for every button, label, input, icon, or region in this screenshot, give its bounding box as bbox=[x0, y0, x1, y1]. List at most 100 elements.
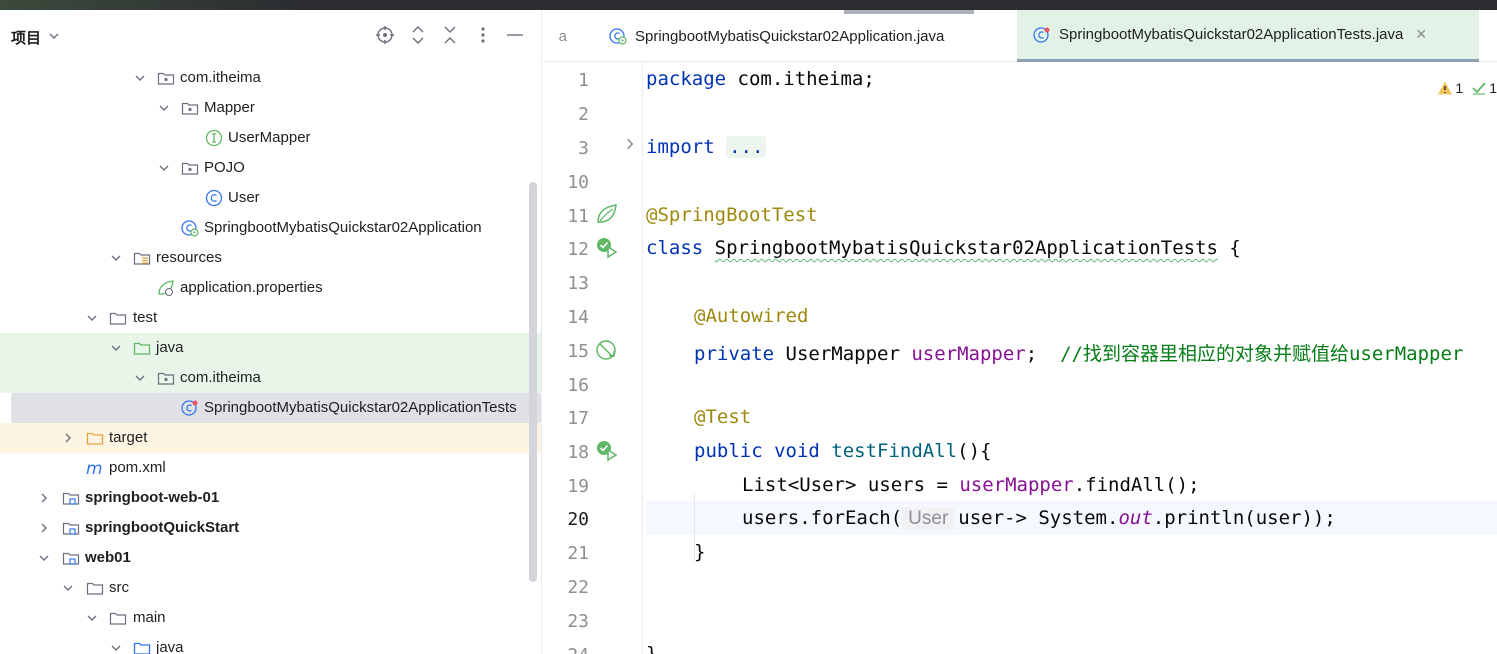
chevron-down-icon[interactable] bbox=[86, 612, 98, 624]
comment: 找到容器里相应的对象并赋值给userMapper bbox=[1082, 343, 1464, 365]
tree-row-application-properties[interactable]: application.properties bbox=[0, 273, 541, 303]
code-text: .println(user)); bbox=[1152, 507, 1336, 529]
chevron-down-icon[interactable] bbox=[110, 252, 122, 264]
line-number: 12 bbox=[567, 239, 589, 260]
chevron-down-icon[interactable] bbox=[38, 552, 50, 564]
class-icon bbox=[205, 189, 223, 207]
tree-label: main bbox=[133, 609, 166, 626]
tree-row-target[interactable]: target bbox=[0, 423, 541, 453]
folded-imports[interactable]: ... bbox=[726, 136, 767, 158]
line-number: 2 bbox=[578, 104, 589, 125]
module-icon bbox=[62, 492, 80, 505]
code-text: } bbox=[646, 643, 658, 654]
tree-row-resources[interactable]: resources bbox=[0, 243, 541, 273]
chevron-right-icon[interactable] bbox=[38, 522, 50, 534]
tree-row-src[interactable]: src bbox=[0, 573, 541, 603]
tree-row-pojo[interactable]: POJO bbox=[0, 153, 541, 183]
code-text: ; bbox=[1025, 343, 1061, 365]
code-area[interactable]: package com.itheima; import ... @SpringB… bbox=[646, 62, 1497, 654]
chevron-down-icon[interactable] bbox=[158, 102, 170, 114]
code-line-11: @SpringBootTest bbox=[646, 204, 818, 230]
chevron-down-icon[interactable] bbox=[62, 582, 74, 594]
annotation: @SpringBootTest bbox=[646, 204, 818, 226]
project-panel-title[interactable]: 项目 bbox=[11, 27, 41, 48]
line-number: 24 bbox=[543, 645, 589, 654]
fold-expand-icon[interactable] bbox=[623, 137, 637, 151]
code-line-17: @Test bbox=[694, 406, 751, 432]
tree-row-main-java[interactable]: java bbox=[0, 633, 541, 654]
tree-row-user[interactable]: User bbox=[0, 183, 541, 213]
tree-row-application-tests[interactable]: SpringbootMybatisQuickstar02ApplicationT… bbox=[11, 393, 541, 423]
keyword: class bbox=[646, 237, 704, 259]
tree-row-mapper[interactable]: Mapper bbox=[0, 93, 541, 123]
svg-text:m: m bbox=[86, 459, 103, 477]
run-test-icon[interactable] bbox=[595, 236, 619, 260]
editor-tab-bar: a SpringbootMybatisQuickstar02Applicatio… bbox=[543, 10, 1497, 62]
spring-bean-icon[interactable] bbox=[595, 202, 619, 226]
line-number: 21 bbox=[567, 543, 589, 564]
autowired-bean-icon[interactable] bbox=[595, 338, 619, 362]
close-tab-icon[interactable]: ✕ bbox=[1415, 26, 1427, 43]
folder-icon bbox=[109, 612, 127, 625]
expand-all-icon[interactable] bbox=[407, 24, 429, 46]
line-number: 14 bbox=[567, 307, 589, 328]
more-options-icon[interactable] bbox=[472, 24, 494, 46]
collapse-all-icon[interactable] bbox=[439, 24, 461, 46]
tree-row-usermapper[interactable]: UserMapper bbox=[0, 123, 541, 153]
annotation: @Autowired bbox=[694, 305, 809, 327]
minimize-icon[interactable] bbox=[504, 24, 526, 46]
tree-row-test-java[interactable]: java bbox=[0, 333, 541, 363]
chevron-down-icon[interactable] bbox=[134, 72, 146, 84]
tree-row-web01[interactable]: web01 bbox=[0, 543, 541, 573]
tree-row-test-com-itheima[interactable]: com.itheima bbox=[0, 363, 541, 393]
tab-label: SpringbootMybatisQuickstar02ApplicationT… bbox=[1059, 26, 1404, 43]
tree-label: Mapper bbox=[204, 99, 255, 116]
field-name: userMapper bbox=[911, 343, 1026, 365]
tree-row-springbootquickstart[interactable]: springbootQuickStart bbox=[0, 513, 541, 543]
line-number: 15 bbox=[567, 341, 589, 362]
chevron-down-icon[interactable] bbox=[110, 642, 122, 654]
class-name: SpringbootMybatisQuickstar02ApplicationT… bbox=[714, 237, 1218, 259]
tree-row-pom-xml[interactable]: m pom.xml bbox=[0, 453, 541, 483]
test-class-icon bbox=[181, 400, 198, 416]
module-icon bbox=[62, 552, 80, 565]
test-class-icon bbox=[1033, 26, 1050, 43]
tree-label: POJO bbox=[204, 159, 245, 176]
window-top-strip bbox=[0, 0, 1497, 10]
line-number: 1 bbox=[578, 70, 589, 91]
locate-target-icon[interactable] bbox=[374, 24, 396, 46]
code-text: { bbox=[1217, 237, 1241, 259]
code-line-15: private UserMapper userMapper; //找到容器里相应… bbox=[694, 339, 1463, 365]
tree-row-main[interactable]: main bbox=[0, 603, 541, 633]
tab-application-tests-java[interactable]: SpringbootMybatisQuickstar02ApplicationT… bbox=[1017, 10, 1479, 62]
code-line-19: List<User> users = userMapper.findAll(); bbox=[742, 474, 1200, 500]
spring-properties-icon bbox=[158, 280, 174, 297]
run-test-icon[interactable] bbox=[595, 439, 619, 463]
line-number-current: 20 bbox=[567, 509, 589, 530]
tab-label: SpringbootMybatisQuickstar02Application.… bbox=[635, 27, 945, 45]
tree-label: src bbox=[109, 579, 129, 596]
code-text: } bbox=[694, 541, 706, 563]
folder-icon bbox=[109, 312, 127, 325]
tab-partial[interactable]: a bbox=[543, 10, 595, 62]
chevron-right-icon[interactable] bbox=[62, 432, 74, 444]
chevron-down-icon[interactable] bbox=[158, 162, 170, 174]
tree-label: com.itheima bbox=[180, 69, 261, 86]
keyword: import bbox=[646, 136, 715, 158]
chevron-down-icon[interactable] bbox=[110, 342, 122, 354]
tree-row-application[interactable]: SpringbootMybatisQuickstar02Application bbox=[0, 213, 541, 243]
package-icon bbox=[157, 372, 175, 385]
line-number: 23 bbox=[567, 611, 589, 632]
tree-row-com-itheima[interactable]: com.itheima bbox=[0, 63, 541, 93]
chevron-down-icon[interactable] bbox=[48, 30, 60, 42]
chevron-down-icon[interactable] bbox=[134, 372, 146, 384]
code-editor: a SpringbootMybatisQuickstar02Applicatio… bbox=[543, 10, 1497, 654]
tree-label: resources bbox=[156, 249, 222, 266]
chevron-down-icon[interactable] bbox=[86, 312, 98, 324]
keyword: void bbox=[762, 440, 832, 462]
tree-row-test[interactable]: test bbox=[0, 303, 541, 333]
tree-row-springboot-web-01[interactable]: springboot-web-01 bbox=[0, 483, 541, 513]
chevron-right-icon[interactable] bbox=[38, 492, 50, 504]
vertical-scrollbar[interactable] bbox=[529, 182, 537, 582]
tab-application-java[interactable]: SpringbootMybatisQuickstar02Application.… bbox=[609, 10, 944, 62]
